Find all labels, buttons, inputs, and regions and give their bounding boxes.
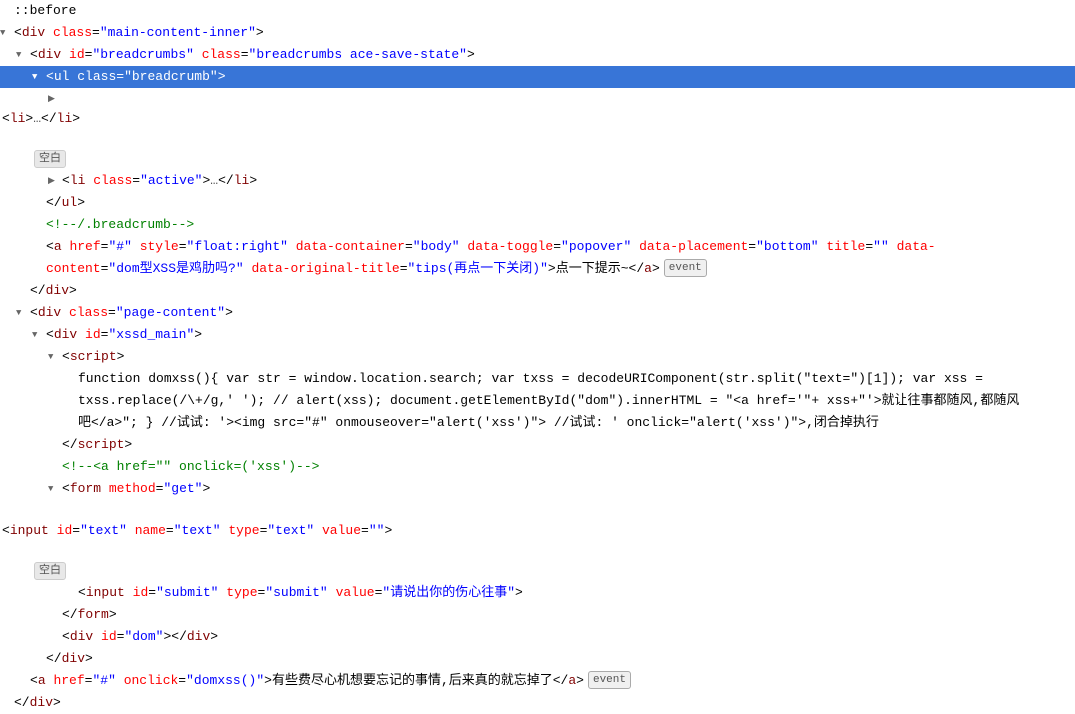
- code-line: ▼<ul class="breadcrumb">: [0, 66, 1075, 88]
- line-content: <!--/.breadcrumb-->: [44, 215, 194, 235]
- line-content: 吧</a>"; } //试试: '><img src="#" onmouseov…: [76, 413, 879, 433]
- code-line: 吧</a>"; } //试试: '><img src="#" onmouseov…: [0, 412, 1075, 434]
- expand-triangle[interactable]: ▼: [48, 479, 60, 499]
- code-line: </script>: [0, 434, 1075, 456]
- code-line: </ul>: [0, 192, 1075, 214]
- expand-triangle[interactable]: [32, 259, 44, 279]
- line-content: <li class="active">…</li>: [60, 171, 257, 191]
- expand-triangle[interactable]: [64, 501, 76, 521]
- line-content: <li>…</li>: [0, 109, 80, 129]
- expand-triangle[interactable]: [32, 237, 44, 257]
- line-content: <div id="dom"></div>: [60, 627, 218, 647]
- expand-triangle[interactable]: [48, 457, 60, 477]
- code-line: </div>: [0, 648, 1075, 670]
- code-line: <a href="#" style="float:right" data-con…: [0, 236, 1075, 258]
- line-content: </div>: [44, 649, 93, 669]
- expand-triangle[interactable]: ▶: [48, 89, 60, 109]
- line-content: txss.replace(/\+/g,' '); // alert(xss); …: [76, 391, 1019, 411]
- expand-triangle[interactable]: [48, 627, 60, 647]
- expand-triangle[interactable]: ▼: [16, 45, 28, 65]
- expand-triangle[interactable]: ▶: [48, 171, 60, 191]
- code-line: <!--/.breadcrumb-->: [0, 214, 1075, 236]
- line-content: <script>: [60, 347, 124, 367]
- code-line: content="dom型XSS是鸡肋吗?" data-original-tit…: [0, 258, 1075, 280]
- code-line: function domxss(){ var str = window.loca…: [0, 368, 1075, 390]
- expand-triangle[interactable]: [0, 1, 12, 21]
- line-content: <a href="#" style="float:right" data-con…: [44, 237, 936, 257]
- code-line: ▼<div id="breadcrumbs" class="breadcrumb…: [0, 44, 1075, 66]
- line-content: <!--<a href="" onclick=('xss')-->: [60, 457, 319, 477]
- line-content: function domxss(){ var str = window.loca…: [76, 369, 983, 389]
- line-content: content="dom型XSS是鸡肋吗?" data-original-tit…: [44, 259, 660, 279]
- code-line: <input id="text" name="text" type="text"…: [0, 500, 1075, 582]
- expand-triangle[interactable]: ▼: [0, 23, 12, 43]
- expand-triangle[interactable]: ▼: [32, 67, 44, 87]
- expand-triangle[interactable]: ▼: [16, 303, 28, 323]
- expand-triangle[interactable]: [32, 649, 44, 669]
- line-content: <ul class="breadcrumb">: [44, 67, 226, 87]
- code-line: <a href="#" onclick="domxss()">有些费尽心机想要忘…: [0, 670, 1075, 692]
- line-content: </div>: [28, 281, 77, 301]
- code-line: <input id="submit" type="submit" value="…: [0, 582, 1075, 604]
- code-line: txss.replace(/\+/g,' '); // alert(xss); …: [0, 390, 1075, 412]
- expand-triangle[interactable]: [64, 413, 76, 433]
- line-content: <div id="breadcrumbs" class="breadcrumbs…: [28, 45, 475, 65]
- expand-triangle[interactable]: [64, 583, 76, 603]
- line-content: </script>: [60, 435, 132, 455]
- expand-triangle[interactable]: [16, 671, 28, 691]
- expand-triangle[interactable]: [16, 281, 28, 301]
- code-line: ▶<li>…</li> 空白: [0, 88, 1075, 170]
- expand-triangle[interactable]: [0, 693, 12, 713]
- expand-triangle[interactable]: ▼: [32, 325, 44, 345]
- empty-badge: 空白: [34, 150, 66, 168]
- line-content: <input id="submit" type="submit" value="…: [76, 583, 523, 603]
- expand-triangle[interactable]: [48, 435, 60, 455]
- code-line: ▼<div class="main-content-inner">: [0, 22, 1075, 44]
- code-line: </div>: [0, 692, 1075, 714]
- code-line: <div id="dom"></div>: [0, 626, 1075, 648]
- expand-triangle[interactable]: ▼: [48, 347, 60, 367]
- line-content: <input id="text" name="text" type="text"…: [0, 521, 392, 541]
- line-content: <div class="main-content-inner">: [12, 23, 264, 43]
- expand-triangle[interactable]: [32, 215, 44, 235]
- code-line: </form>: [0, 604, 1075, 626]
- event-badge: event: [588, 671, 631, 689]
- expand-triangle[interactable]: [64, 369, 76, 389]
- line-content: <a href="#" onclick="domxss()">有些费尽心机想要忘…: [28, 671, 584, 691]
- code-line: ▶<li class="active">…</li>: [0, 170, 1075, 192]
- line-content: <div class="page-content">: [28, 303, 233, 323]
- empty-badge: 空白: [34, 562, 66, 580]
- code-view: ::before▼<div class="main-content-inner"…: [0, 0, 1075, 714]
- line-content: </form>: [60, 605, 117, 625]
- line-content: </div>: [12, 693, 61, 713]
- code-line: ▼<div id="xssd_main">: [0, 324, 1075, 346]
- event-badge: event: [664, 259, 707, 277]
- expand-triangle[interactable]: [64, 391, 76, 411]
- expand-triangle[interactable]: [48, 605, 60, 625]
- line-content: ::before: [12, 1, 76, 21]
- line-content: <form method="get">: [60, 479, 210, 499]
- line-content: </ul>: [44, 193, 85, 213]
- line-content: <div id="xssd_main">: [44, 325, 202, 345]
- code-line: ▼<div class="page-content">: [0, 302, 1075, 324]
- code-line: <!--<a href="" onclick=('xss')-->: [0, 456, 1075, 478]
- code-line: ▼<form method="get">: [0, 478, 1075, 500]
- code-line: </div>: [0, 280, 1075, 302]
- code-line: ▼<script>: [0, 346, 1075, 368]
- code-line: ::before: [0, 0, 1075, 22]
- expand-triangle[interactable]: [32, 193, 44, 213]
